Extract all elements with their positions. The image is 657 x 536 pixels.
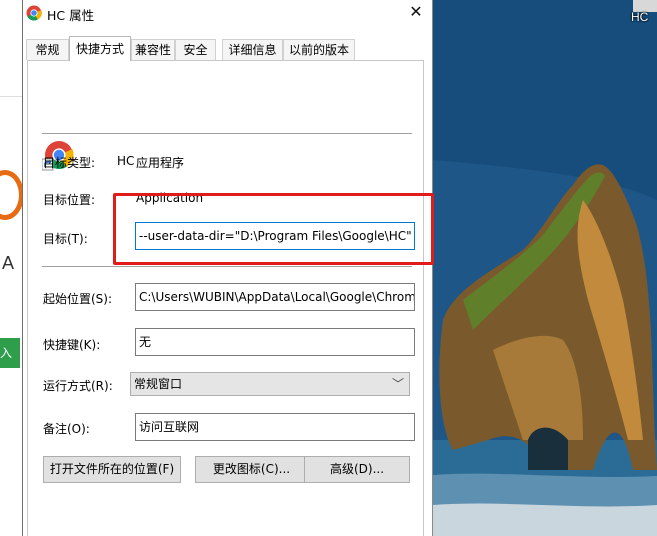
background-window: A 入 — [0, 0, 24, 536]
divider — [0, 96, 22, 97]
run-label: 运行方式(R): — [43, 379, 113, 393]
tab-previous-versions[interactable]: 以前的版本 — [283, 39, 355, 60]
comment-label: 备注(O): — [43, 422, 90, 436]
wallpaper-image — [433, 0, 657, 536]
target-label: 目标(T): — [43, 232, 88, 246]
tab-general[interactable]: 常规 — [26, 39, 69, 60]
advanced-button[interactable]: 高级(D)... — [304, 456, 410, 483]
tab-security[interactable]: 安全 — [175, 39, 216, 60]
target-type-value: 应用程序 — [136, 156, 185, 170]
orange-logo-icon — [0, 170, 24, 220]
chevron-down-icon: ﹀ — [391, 377, 404, 391]
title-bar[interactable]: HC 属性 ✕ — [23, 0, 432, 26]
tab-details[interactable]: 详细信息 — [222, 39, 283, 60]
run-mode-value: 常规窗口 — [134, 377, 183, 391]
hotkey-label: 快捷键(K): — [43, 338, 101, 352]
tab-shortcut[interactable]: 快捷方式 — [69, 36, 131, 61]
tab-compatibility[interactable]: 兼容性 — [131, 39, 175, 60]
comment-field[interactable]: 访问互联网 — [135, 413, 415, 441]
chrome-icon — [26, 5, 42, 21]
start-in-field[interactable]: C:\Users\WUBIN\AppData\Local\Google\Chro… — [135, 283, 415, 311]
close-icon[interactable]: ✕ — [406, 2, 426, 22]
properties-dialog: HC 属性 ✕ 常规 快捷方式 兼容性 安全 详细信息 以前的版本 HC 目标类… — [22, 0, 433, 536]
desktop-shortcut-label[interactable]: HC — [631, 10, 648, 24]
shortcut-name: HC — [117, 154, 135, 168]
run-mode-select[interactable]: 常规窗口 ﹀ — [130, 372, 410, 396]
green-button[interactable]: 入 — [0, 338, 20, 368]
desktop-background: HC — [433, 0, 657, 536]
background-text: A — [2, 253, 15, 273]
target-location-label: 目标位置: — [43, 193, 96, 207]
hotkey-field[interactable]: 无 — [135, 328, 415, 356]
target-type-label: 目标类型: — [43, 156, 96, 170]
divider — [42, 266, 412, 267]
window-title: HC 属性 — [47, 8, 95, 23]
change-icon-button[interactable]: 更改图标(C)... — [195, 456, 308, 483]
start-in-label: 起始位置(S): — [43, 292, 113, 306]
open-file-location-button[interactable]: 打开文件所在的位置(F) — [43, 456, 181, 483]
divider — [42, 133, 412, 134]
highlight-box — [113, 193, 434, 265]
